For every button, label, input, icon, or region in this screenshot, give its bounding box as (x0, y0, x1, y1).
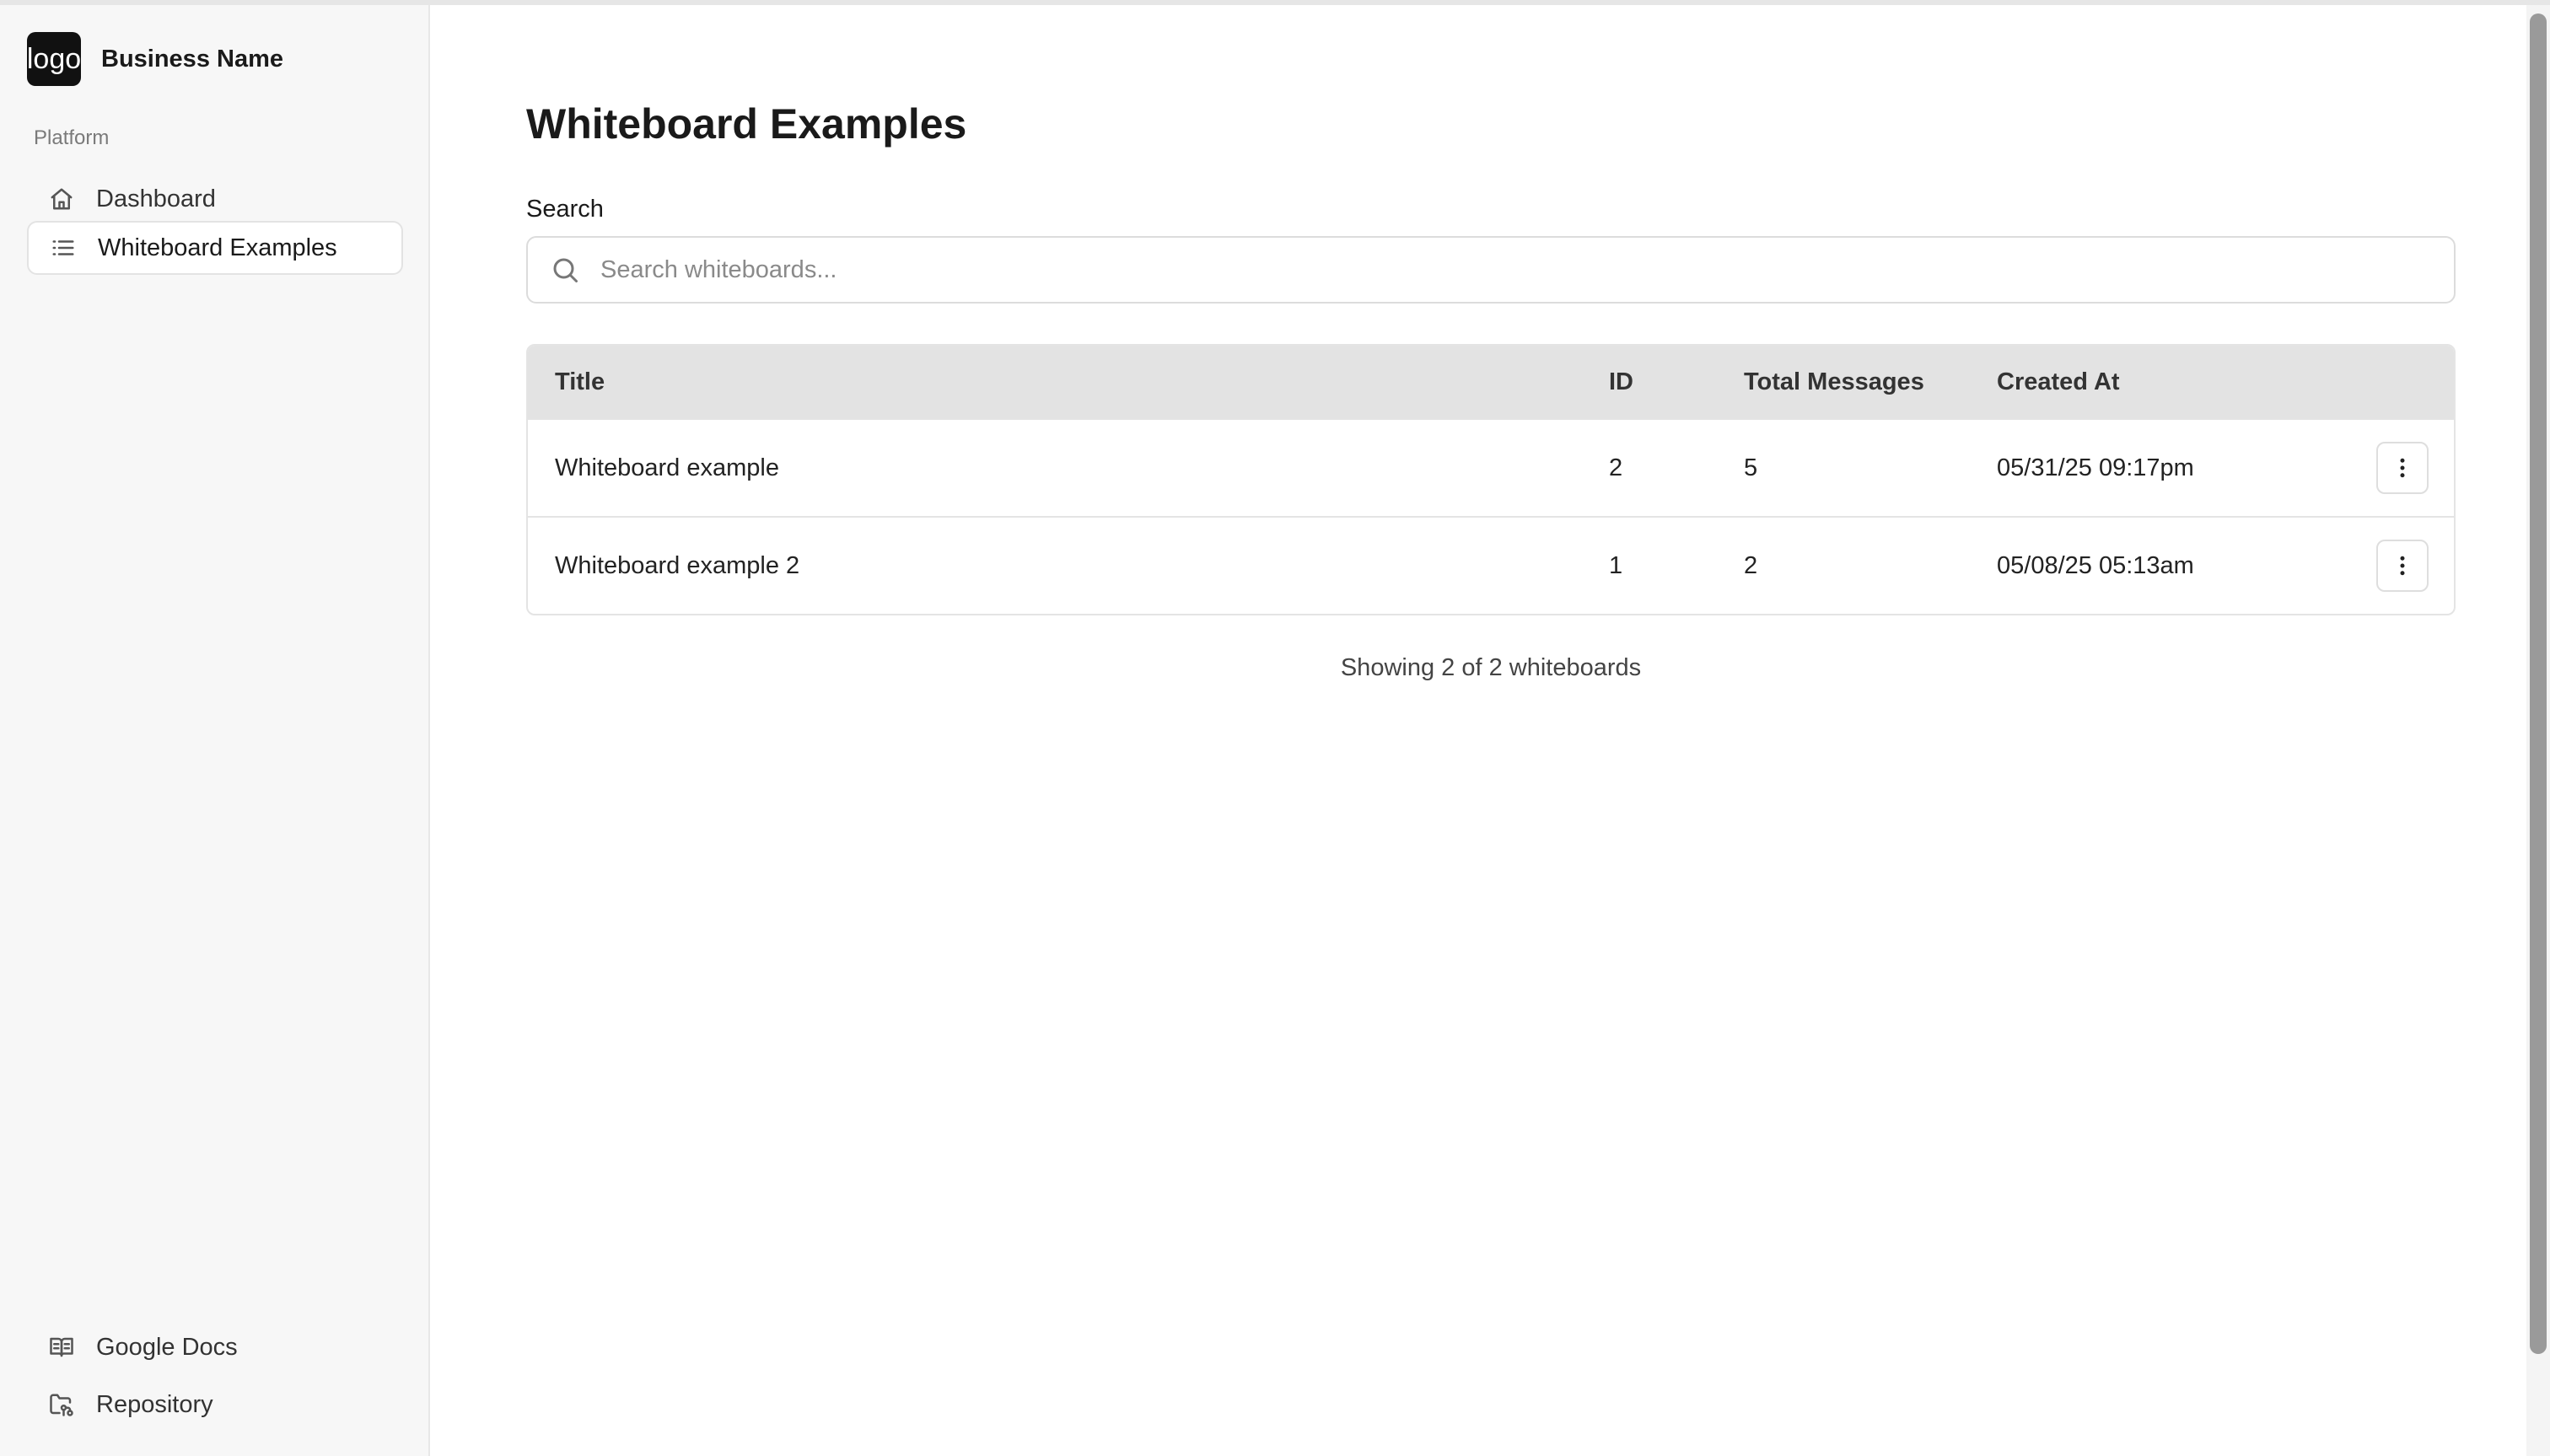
page-title: Whiteboard Examples (526, 100, 967, 148)
business-name: Business Name (101, 45, 283, 73)
column-header-title[interactable]: Title (555, 368, 605, 396)
home-icon (47, 185, 76, 213)
row-id: 2 (1609, 454, 1623, 481)
row-id: 1 (1609, 551, 1623, 579)
table-row[interactable]: Whiteboard example 2 5 05/31/25 09:17pm (528, 418, 2454, 516)
folder-git-icon (47, 1390, 76, 1419)
search-field[interactable] (526, 236, 2456, 304)
sidebar-item-label: Whiteboard Examples (98, 234, 337, 261)
sidebar-item-label: Dashboard (96, 185, 216, 212)
sidebar-item-whiteboard-examples[interactable]: Whiteboard Examples (27, 221, 403, 275)
column-header-total-messages[interactable]: Total Messages (1744, 368, 1924, 396)
sidebar-item-repository[interactable]: Repository (27, 1378, 403, 1432)
sidebar-item-dashboard[interactable]: Dashboard (27, 172, 403, 226)
table-row[interactable]: Whiteboard example 2 1 2 05/08/25 05:13a… (528, 516, 2454, 614)
book-open-icon (47, 1333, 76, 1362)
brand[interactable]: logo Business Name (27, 32, 283, 86)
search-input[interactable] (599, 244, 2454, 296)
search-label: Search (526, 196, 604, 223)
results-count: Showing 2 of 2 whiteboards (1340, 654, 1642, 681)
scrollbar-thumb[interactable] (2530, 13, 2547, 1354)
row-title: Whiteboard example (555, 454, 779, 481)
sidebar-item-google-docs[interactable]: Google Docs (27, 1320, 403, 1374)
row-created-at: 05/31/25 09:17pm (1997, 454, 2194, 481)
sidebar: logo Business Name Platform Dashboard Wh… (0, 5, 430, 1456)
scrollbar-track[interactable] (2526, 5, 2550, 1456)
logo: logo (27, 32, 81, 86)
row-actions-button[interactable] (2376, 540, 2429, 592)
row-total-messages: 2 (1744, 551, 1758, 579)
sidebar-item-label: Repository (96, 1390, 213, 1418)
more-vertical-icon (2400, 458, 2405, 478)
list-icon (49, 234, 78, 262)
row-created-at: 05/08/25 05:13am (1997, 551, 2194, 579)
sidebar-section-platform: Platform (34, 126, 110, 149)
sidebar-item-label: Google Docs (96, 1333, 238, 1361)
more-vertical-icon (2400, 556, 2405, 576)
column-header-id[interactable]: ID (1609, 368, 1633, 396)
whiteboards-table: Title ID Total Messages Created At White… (526, 344, 2456, 615)
column-header-created-at[interactable]: Created At (1997, 368, 2120, 396)
row-actions-button[interactable] (2376, 442, 2429, 494)
table-header-row: Title ID Total Messages Created At (528, 346, 2454, 418)
row-title: Whiteboard example 2 (555, 551, 800, 579)
search-icon (548, 253, 582, 287)
row-total-messages: 5 (1744, 454, 1758, 481)
